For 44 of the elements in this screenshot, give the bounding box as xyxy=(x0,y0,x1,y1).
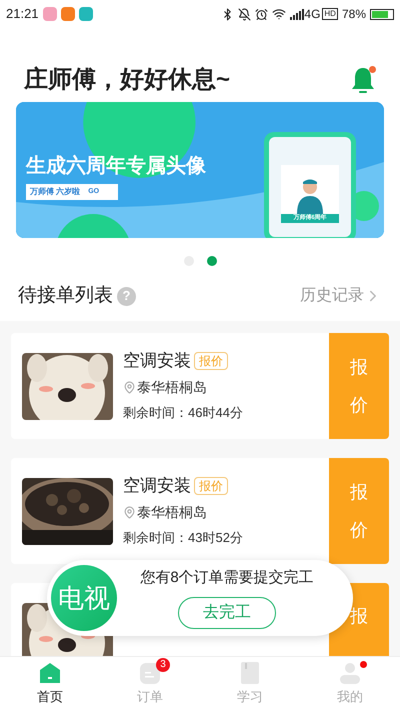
location-icon xyxy=(123,506,136,518)
tab-item[interactable]: 3 订单 xyxy=(100,657,200,711)
bell-off-icon xyxy=(238,8,252,20)
order-title: 空调安装 xyxy=(123,350,191,372)
reminder-message: 您有8个订单需要提交完工 xyxy=(140,568,314,588)
network-label: 4G xyxy=(304,6,320,23)
bell-icon xyxy=(350,65,376,95)
quote-button[interactable]: 报价 xyxy=(329,458,389,564)
order-location: 泰华梧桐岛 xyxy=(137,502,207,522)
order-card[interactable]: 空调安装 报价 泰华梧桐岛 剩余时间：43时52分 报价 xyxy=(11,458,389,564)
notification-button[interactable] xyxy=(350,65,376,95)
section-title: 待接单列表 xyxy=(18,284,113,308)
signal-icon xyxy=(290,8,304,20)
banner-tag-text: 万师傅 六岁啦 xyxy=(30,186,80,198)
remaining-time: 剩余时间：43时52分 xyxy=(123,528,243,547)
greeting-title: 庄师傅，好好休息~ xyxy=(24,65,230,95)
wifi-icon xyxy=(272,7,286,21)
help-icon[interactable]: ? xyxy=(117,286,136,306)
count-badge: 3 xyxy=(156,658,170,672)
order-location: 泰华梧桐岛 xyxy=(137,378,207,396)
alarm-icon xyxy=(255,8,268,20)
banner-headline: 生成六周年专属头像 xyxy=(26,154,206,178)
location-icon xyxy=(123,380,136,394)
worker-figure xyxy=(295,178,325,214)
quote-button[interactable]: 报价 xyxy=(329,333,389,439)
history-link[interactable]: 历史记录 xyxy=(300,284,382,308)
remaining-time: 剩余时间：46时44分 xyxy=(123,404,243,422)
category-avatar: 电视 xyxy=(51,565,117,631)
home-icon xyxy=(39,662,61,684)
clock: 21:21 xyxy=(6,5,39,24)
book-icon xyxy=(240,662,260,684)
document-icon xyxy=(140,662,160,684)
tab-item[interactable]: 我的 xyxy=(300,657,400,711)
tab-item[interactable]: 学习 xyxy=(200,657,300,711)
person-icon xyxy=(339,662,361,684)
quote-tag: 报价 xyxy=(194,352,228,370)
battery-icon xyxy=(370,8,394,20)
battery-percent: 78% xyxy=(342,6,366,23)
order-title: 空调安装 xyxy=(123,474,191,497)
hd-label: HD xyxy=(322,8,338,20)
quote-tag: 报价 xyxy=(194,476,228,494)
complete-button[interactable]: 去完工 xyxy=(178,596,276,629)
tab-item[interactable]: 首页 xyxy=(0,657,100,711)
order-card[interactable]: 空调安装 报价 泰华梧桐岛 剩余时间：46时44分 报价 xyxy=(11,333,389,439)
